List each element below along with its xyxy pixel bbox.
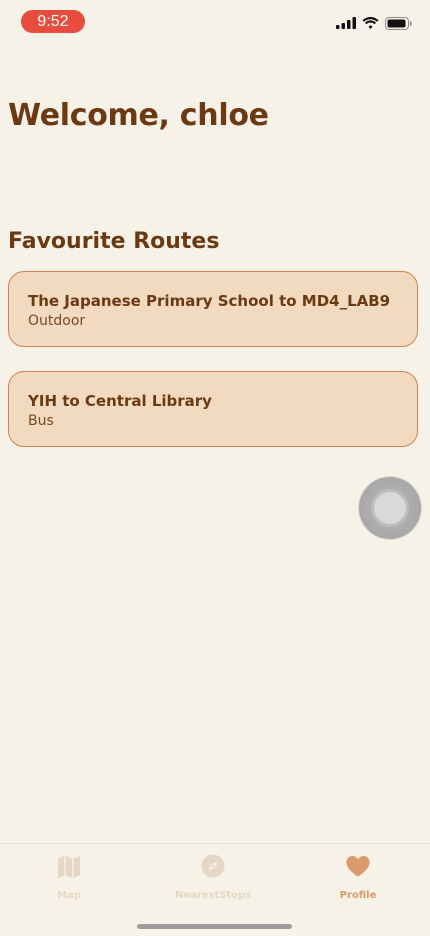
tab-label: Map <box>57 890 81 901</box>
favourite-routes-title: Favourite Routes <box>8 229 220 254</box>
compass-icon <box>201 854 225 878</box>
welcome-heading: Welcome, chloe <box>8 98 269 133</box>
tab-map[interactable]: Map <box>19 853 119 905</box>
assistive-touch-button[interactable] <box>359 477 421 539</box>
tab-label: NearestStops <box>174 890 252 901</box>
bottom-tab-bar: Map NearestStops Profile <box>0 843 430 936</box>
route-mode: Outdoor <box>28 313 86 329</box>
welcome-username: chloe <box>179 98 269 133</box>
wifi-icon <box>362 17 379 29</box>
tab-label: Profile <box>339 890 377 901</box>
status-icons <box>336 14 412 32</box>
route-name: The Japanese Primary School to MD4_LAB9 <box>28 292 391 310</box>
favourite-route-card[interactable]: YIH to Central Library Bus <box>8 371 418 447</box>
favourite-route-card[interactable]: The Japanese Primary School to MD4_LAB9 … <box>8 271 418 347</box>
status-bar: 9:52 <box>0 0 430 44</box>
welcome-greeting: Welcome, <box>8 98 180 133</box>
route-name: YIH to Central Library <box>28 392 212 410</box>
home-indicator <box>137 924 292 929</box>
map-icon <box>58 856 80 878</box>
tab-profile[interactable]: Profile <box>308 853 408 905</box>
cellular-signal-icon <box>336 17 356 29</box>
tab-nearest-stops[interactable]: NearestStops <box>163 853 263 905</box>
battery-icon <box>385 16 412 30</box>
route-mode: Bus <box>28 413 54 429</box>
assistive-touch-inner <box>374 492 406 524</box>
heart-icon <box>346 856 370 877</box>
status-time: 9:52 <box>21 10 85 33</box>
